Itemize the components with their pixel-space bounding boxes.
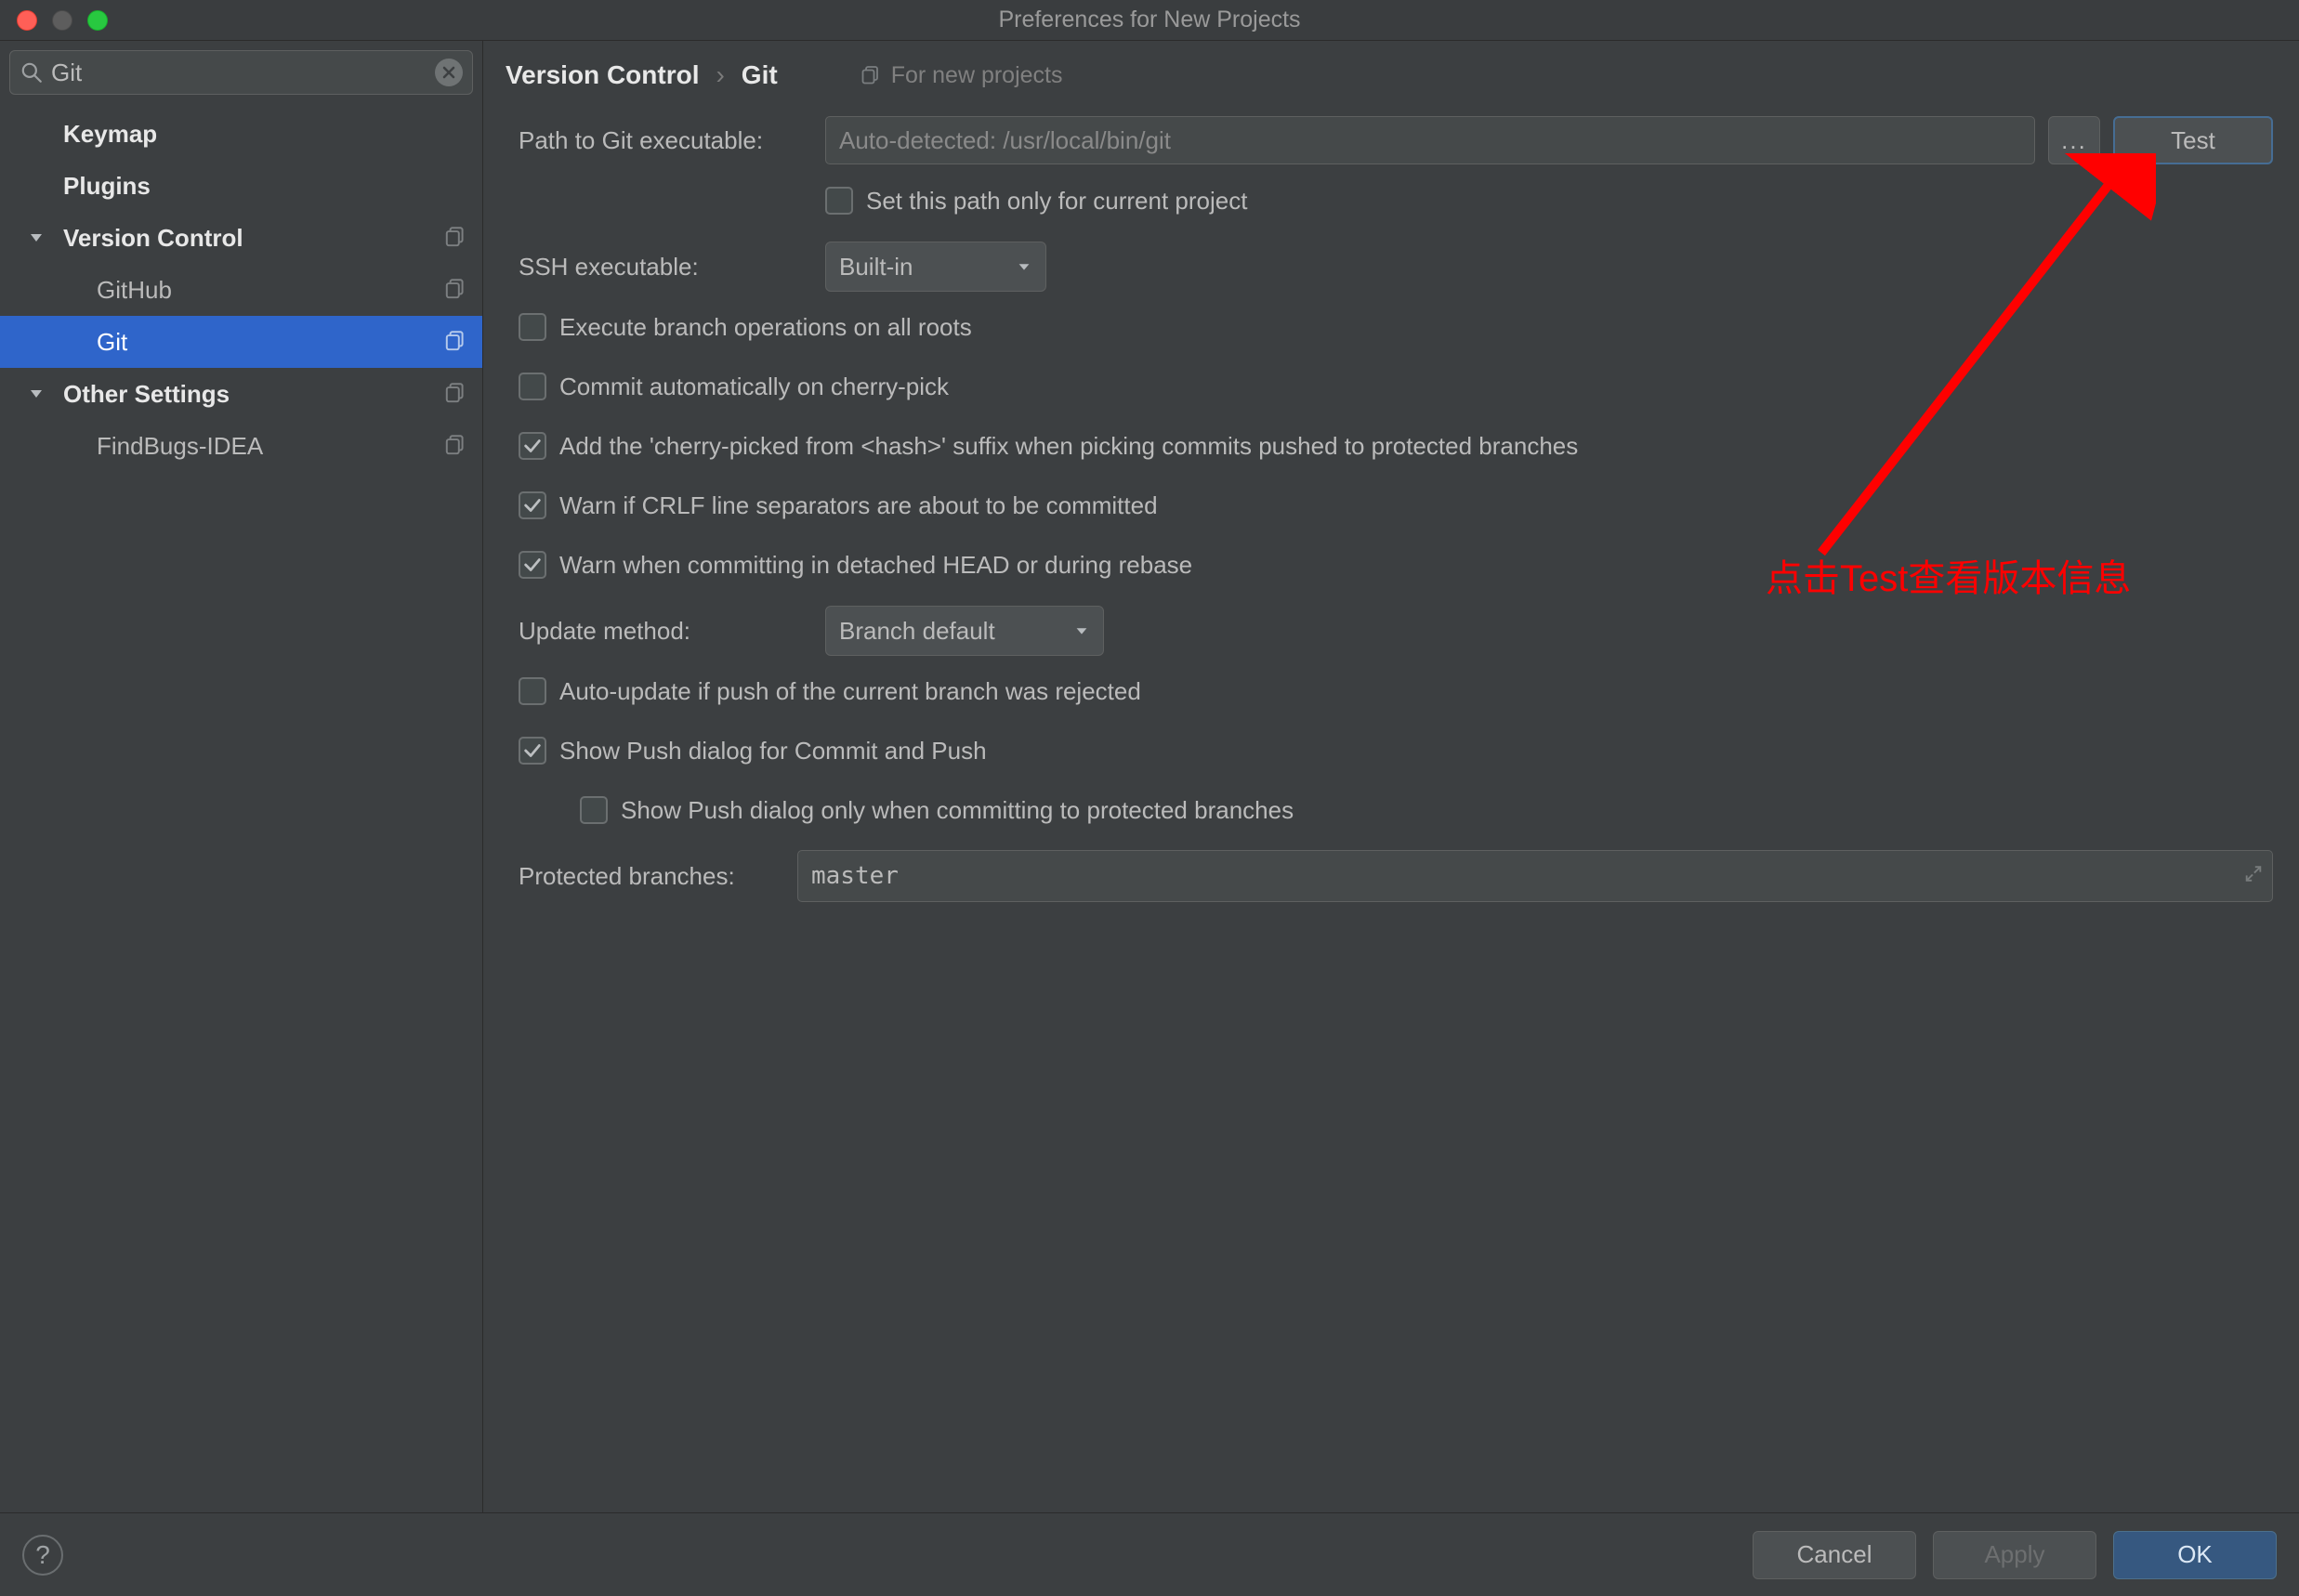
titlebar: Preferences for New Projects xyxy=(0,0,2299,41)
chevron-down-icon xyxy=(1073,617,1090,646)
help-button[interactable]: ? xyxy=(22,1535,63,1576)
show-push-checkbox[interactable] xyxy=(519,737,546,765)
cancel-button[interactable]: Cancel xyxy=(1753,1531,1916,1579)
search-icon xyxy=(20,60,44,85)
breadcrumb: Version Control › Git For new projects xyxy=(506,54,2277,97)
commit-cherry-checkbox[interactable] xyxy=(519,373,546,400)
copy-profile-icon xyxy=(443,329,469,355)
warn-crlf-label: Warn if CRLF line separators are about t… xyxy=(559,491,1158,520)
ssh-select[interactable]: Built-in xyxy=(825,242,1046,292)
copy-profile-icon xyxy=(443,433,469,459)
sidebar-item-findbugs[interactable]: FindBugs-IDEA xyxy=(0,420,482,472)
auto-update-label: Auto-update if push of the current branc… xyxy=(559,677,1141,706)
chevron-down-icon xyxy=(1016,253,1032,281)
set-path-current-checkbox[interactable] xyxy=(825,187,853,215)
settings-tree: Keymap Plugins Version Control GitHub xyxy=(0,102,482,1512)
warn-crlf-checkbox[interactable] xyxy=(519,491,546,519)
warn-detached-checkbox[interactable] xyxy=(519,551,546,579)
for-new-projects-label: For new projects xyxy=(891,62,1063,89)
commit-cherry-label: Commit automatically on cherry-pick xyxy=(559,373,949,401)
add-suffix-checkbox[interactable] xyxy=(519,432,546,460)
ssh-select-value: Built-in xyxy=(839,253,913,281)
update-method-select[interactable]: Branch default xyxy=(825,606,1104,656)
browse-button[interactable]: ... xyxy=(2048,116,2100,164)
sidebar-item-label: Plugins xyxy=(63,172,469,201)
path-label: Path to Git executable: xyxy=(519,126,825,155)
show-push-label: Show Push dialog for Commit and Push xyxy=(559,737,987,765)
ssh-label: SSH executable: xyxy=(519,253,825,281)
sidebar-item-label: Keymap xyxy=(63,120,469,149)
expand-icon[interactable] xyxy=(2243,862,2264,891)
window-title: Preferences for New Projects xyxy=(0,7,2299,33)
copy-profile-icon xyxy=(443,381,469,407)
breadcrumb-separator: › xyxy=(716,60,724,90)
sidebar-item-version-control[interactable]: Version Control xyxy=(0,212,482,264)
search-input[interactable] xyxy=(44,59,435,87)
sidebar-item-label: GitHub xyxy=(97,276,443,305)
show-push-protected-checkbox[interactable] xyxy=(580,796,608,824)
ok-button[interactable]: OK xyxy=(2113,1531,2277,1579)
warn-detached-label: Warn when committing in detached HEAD or… xyxy=(559,551,1192,580)
sidebar: Keymap Plugins Version Control GitHub xyxy=(0,41,483,1512)
sidebar-item-github[interactable]: GitHub xyxy=(0,264,482,316)
main-panel: Version Control › Git For new projects P… xyxy=(483,41,2299,1512)
sidebar-item-label: Other Settings xyxy=(63,380,443,409)
copy-profile-icon xyxy=(443,277,469,303)
sidebar-item-label: Version Control xyxy=(63,224,443,253)
update-method-label: Update method: xyxy=(519,617,825,646)
chevron-down-icon xyxy=(22,229,50,247)
breadcrumb-root[interactable]: Version Control xyxy=(506,60,699,90)
auto-update-checkbox[interactable] xyxy=(519,677,546,705)
sidebar-item-keymap[interactable]: Keymap xyxy=(0,108,482,160)
chevron-down-icon xyxy=(22,385,50,403)
set-path-current-label: Set this path only for current project xyxy=(866,187,1247,216)
sidebar-item-other-settings[interactable]: Other Settings xyxy=(0,368,482,420)
sidebar-item-label: FindBugs-IDEA xyxy=(97,432,443,461)
add-suffix-label: Add the 'cherry-picked from <hash>' suff… xyxy=(559,432,1578,461)
test-button[interactable]: Test xyxy=(2113,116,2273,164)
dialog-footer: ? Cancel Apply OK xyxy=(0,1512,2299,1596)
git-path-input[interactable] xyxy=(825,116,2035,164)
sidebar-item-plugins[interactable]: Plugins xyxy=(0,160,482,212)
update-method-value: Branch default xyxy=(839,617,995,646)
apply-button[interactable]: Apply xyxy=(1933,1531,2096,1579)
protected-branches-input[interactable] xyxy=(797,850,2273,902)
close-icon xyxy=(441,65,456,80)
copy-profile-icon xyxy=(860,64,882,86)
exec-branch-checkbox[interactable] xyxy=(519,313,546,341)
annotation-text: 点击Test查看版本信息 xyxy=(1766,548,2131,602)
clear-search-button[interactable] xyxy=(435,59,463,86)
search-input-wrap[interactable] xyxy=(9,50,473,95)
exec-branch-label: Execute branch operations on all roots xyxy=(559,313,972,342)
sidebar-item-git[interactable]: Git xyxy=(0,316,482,368)
breadcrumb-leaf: Git xyxy=(742,60,778,90)
protected-branches-label: Protected branches: xyxy=(519,862,797,891)
copy-profile-icon xyxy=(443,225,469,251)
show-push-protected-label: Show Push dialog only when committing to… xyxy=(621,796,1294,825)
sidebar-item-label: Git xyxy=(97,328,443,357)
for-new-projects-note: For new projects xyxy=(860,62,1063,89)
